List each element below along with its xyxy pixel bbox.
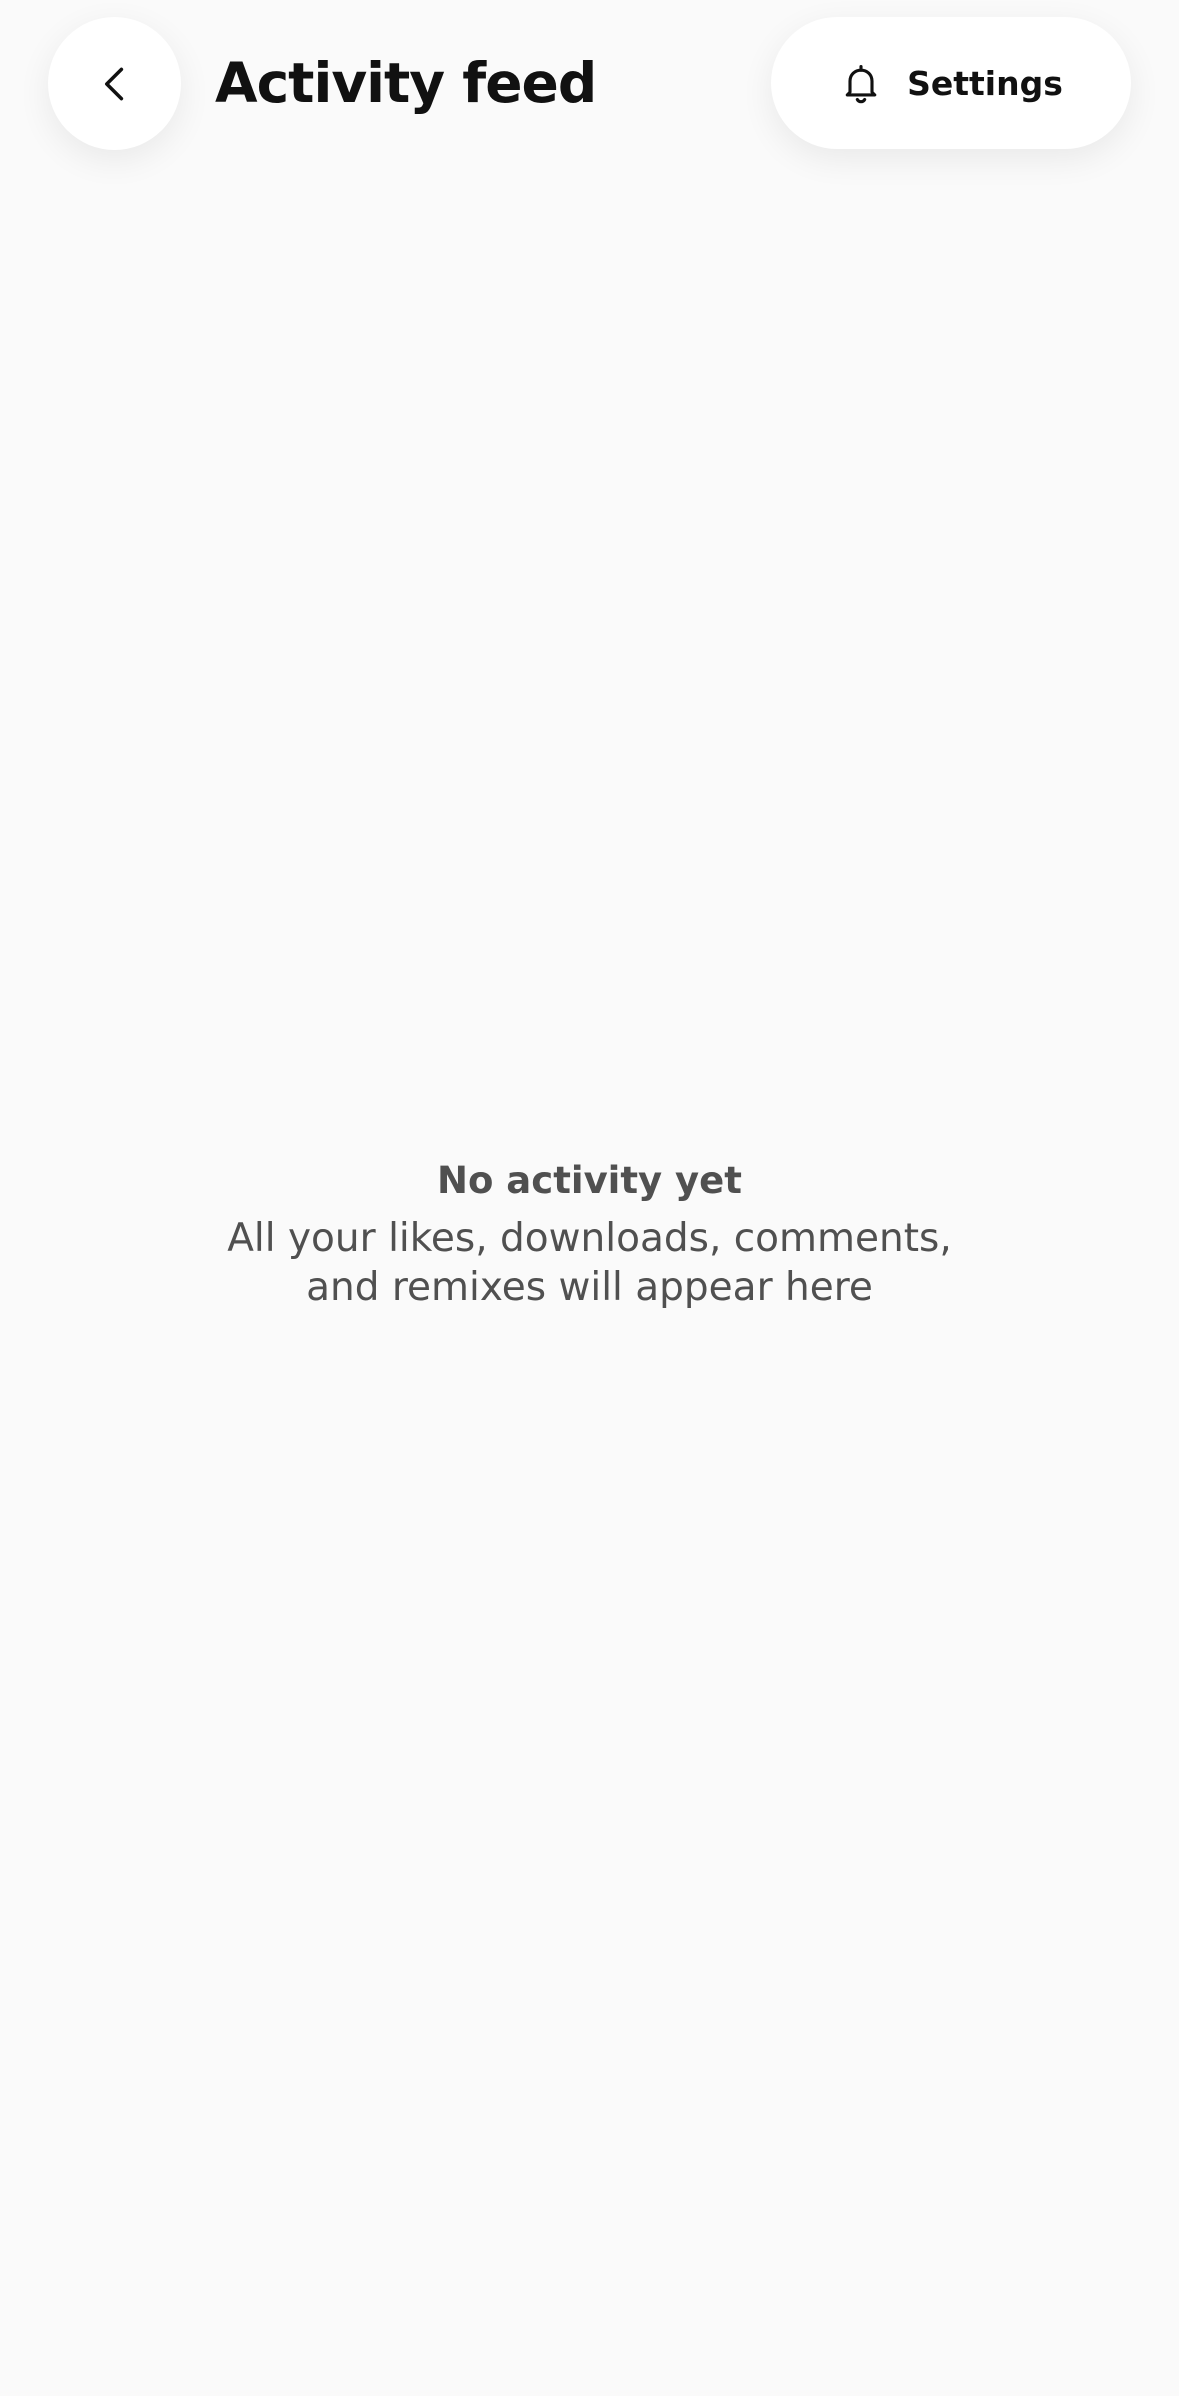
settings-label: Settings — [907, 63, 1063, 103]
empty-state: No activity yet All your likes, download… — [0, 1154, 1179, 1312]
back-button[interactable] — [48, 17, 181, 150]
empty-state-description: All your likes, downloads, comments, and… — [227, 1216, 952, 1310]
chevron-left-icon — [104, 67, 123, 100]
page-title: Activity feed — [215, 51, 597, 115]
top-bar: Activity feed Settings — [0, 0, 1179, 200]
empty-state-title: No activity yet — [437, 1159, 742, 1202]
settings-button[interactable]: Settings — [771, 17, 1131, 149]
bell-icon — [845, 64, 877, 104]
